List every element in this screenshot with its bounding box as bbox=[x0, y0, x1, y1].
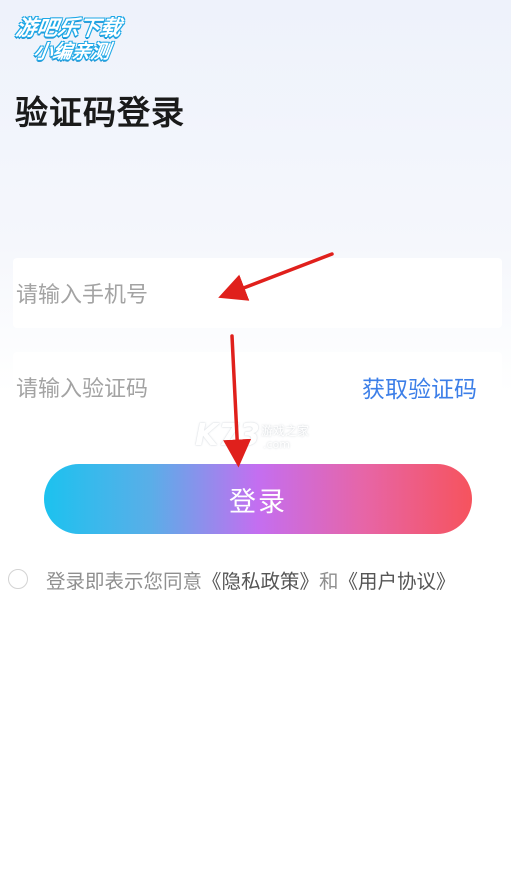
k73-watermark-logo: K73 游戏之家 .com bbox=[195, 418, 325, 458]
user-agreement-link[interactable]: 《用户协议》 bbox=[339, 565, 456, 594]
get-code-button[interactable]: 获取验证码 bbox=[362, 370, 477, 404]
privacy-policy-link[interactable]: 《隐私政策》 bbox=[202, 565, 319, 594]
verification-code-placeholder: 请输入验证码 bbox=[16, 377, 149, 402]
agreement-and: 和 bbox=[319, 569, 339, 593]
page-title: 验证码登录 bbox=[15, 93, 185, 132]
phone-input[interactable]: 请输入手机号 bbox=[13, 258, 502, 328]
agreement-row: 登录即表示您同意 《隐私政策》 和 《用户协议》 bbox=[8, 565, 456, 593]
k73-logo-cn: 游戏之家 bbox=[261, 424, 310, 438]
verification-code-input[interactable]: 请输入验证码 获取验证码 bbox=[13, 352, 502, 422]
agreement-checkbox[interactable] bbox=[8, 569, 28, 589]
login-button-label: 登录 bbox=[229, 486, 287, 518]
agreement-prefix: 登录即表示您同意 bbox=[46, 569, 203, 593]
watermark-logo: 游吧乐下载 小编亲测 bbox=[8, 8, 148, 64]
login-button[interactable]: 登录 bbox=[44, 464, 472, 534]
watermark-line-2: 小编亲测 bbox=[32, 41, 112, 63]
k73-logo-main: K73 bbox=[195, 418, 260, 453]
phone-input-placeholder: 请输入手机号 bbox=[16, 283, 149, 308]
k73-logo-com: .com bbox=[263, 438, 290, 451]
